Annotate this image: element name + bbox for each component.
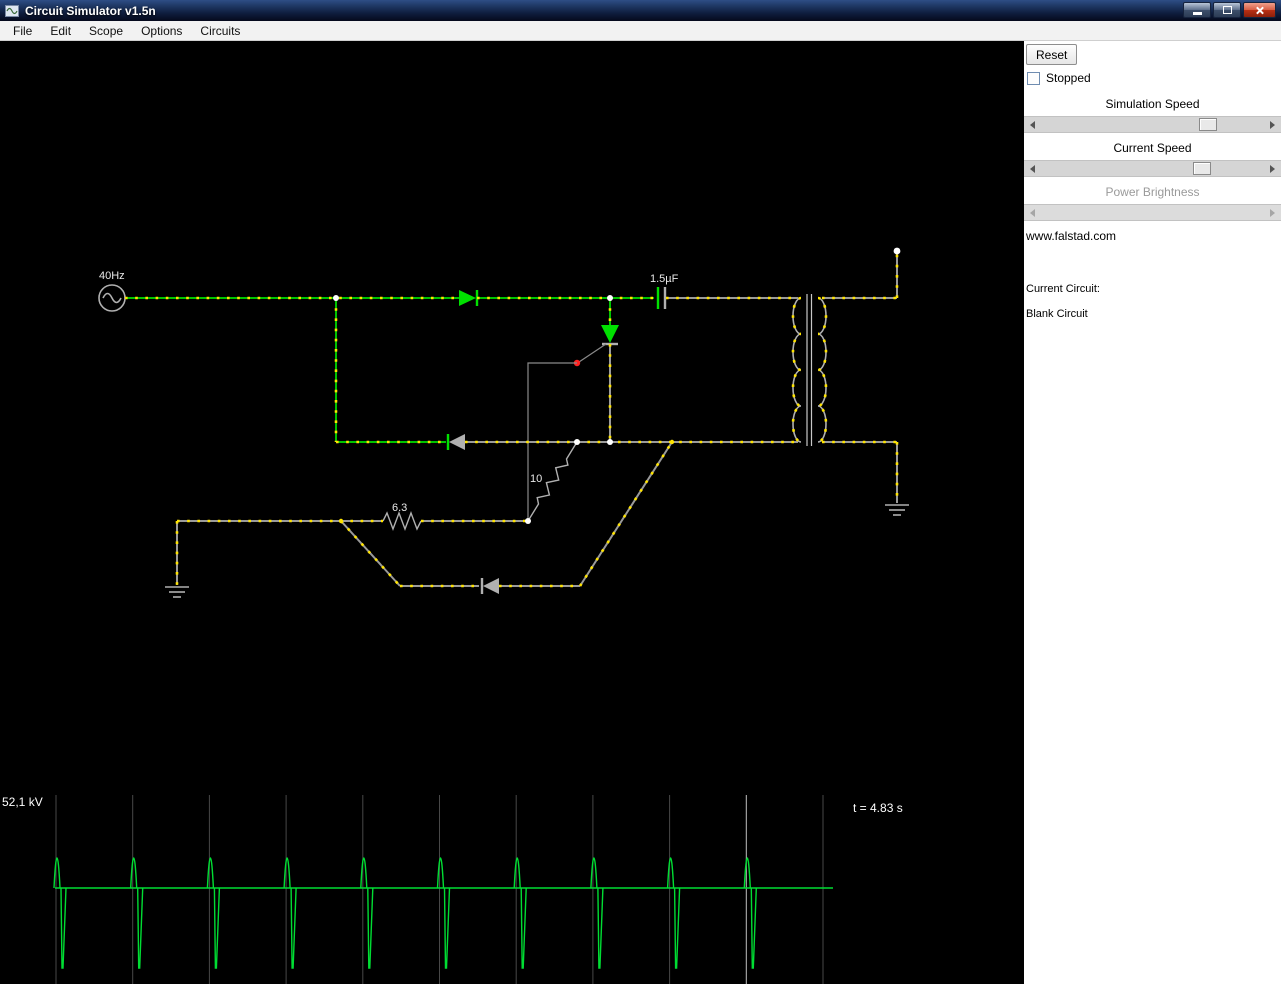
slider-thumb-1[interactable] — [1193, 162, 1212, 175]
slider-right-arrow-icon[interactable] — [1265, 117, 1281, 132]
app-window: Circuit Simulator v1.5n File Edit Scope … — [0, 0, 1281, 984]
website-label: www.falstad.com — [1026, 229, 1117, 243]
stopped-checkbox[interactable] — [1027, 71, 1040, 85]
resistor-gate-label: 10 — [530, 473, 542, 485]
menu-scope[interactable]: Scope — [80, 22, 132, 40]
current-circuit-label: Current Circuit: — [1026, 283, 1100, 295]
stopped-label: Stopped — [1046, 71, 1091, 85]
titlebar[interactable]: Circuit Simulator v1.5n — [0, 0, 1281, 21]
diode-feedback[interactable] — [446, 434, 465, 450]
menubar: File Edit Scope Options Circuits — [0, 21, 1281, 41]
slider-right-arrow-icon[interactable] — [1265, 205, 1281, 220]
current-circuit-value: Blank Circuit — [1026, 308, 1088, 320]
control-panel: Reset Stopped Simulation Speed Current S… — [1024, 41, 1281, 984]
menu-file[interactable]: File — [4, 22, 41, 40]
capacitor-value-label: 1.5µF — [650, 273, 679, 285]
scope-time-label: t = 4.83 s — [853, 801, 903, 815]
resistor-bottom[interactable] — [382, 511, 422, 531]
simulation-speed-label: Simulation Speed — [1105, 97, 1200, 111]
maximize-button[interactable] — [1213, 2, 1241, 18]
app-icon — [4, 3, 20, 19]
ground-left[interactable] — [165, 586, 189, 598]
wire-positive[interactable] — [124, 297, 655, 443]
ground-right[interactable] — [885, 504, 909, 516]
source-frequency-label: 40Hz — [99, 270, 125, 282]
close-icon — [1255, 6, 1264, 15]
minimize-button[interactable] — [1183, 2, 1211, 18]
resistor-bottom-label: 6.3 — [392, 502, 407, 514]
menu-circuits[interactable]: Circuits — [191, 22, 249, 40]
scope-voltage-label: 52,1 kV — [2, 795, 43, 809]
slider-thumb-0[interactable] — [1199, 118, 1218, 131]
oscilloscope[interactable] — [0, 793, 1024, 984]
slider-left-arrow-icon[interactable] — [1024, 205, 1040, 220]
reset-button[interactable]: Reset — [1026, 44, 1078, 65]
simulation-speed-slider[interactable] — [1024, 116, 1281, 133]
current-dots — [123, 296, 656, 444]
minimize-icon — [1192, 12, 1202, 15]
window-title: Circuit Simulator v1.5n — [25, 3, 156, 18]
window-controls — [1183, 2, 1276, 18]
menu-edit[interactable]: Edit — [41, 22, 80, 40]
close-button[interactable] — [1243, 2, 1276, 18]
current-dots — [816, 296, 828, 444]
current-speed-label: Current Speed — [1113, 141, 1192, 155]
maximize-icon — [1222, 6, 1232, 14]
current-speed-slider[interactable] — [1024, 160, 1281, 177]
current-dots — [175, 249, 899, 588]
power-brightness-label: Power Brightness — [1105, 185, 1200, 199]
circuit-canvas[interactable]: 40Hz 1.5µF 10 6.3 52,1 kV t = 4.83 s — [0, 41, 1024, 984]
ac-source[interactable] — [98, 284, 126, 312]
wire-neutral[interactable] — [176, 250, 898, 587]
diode-bottom[interactable] — [480, 578, 499, 594]
scr-thyristor[interactable] — [578, 325, 619, 363]
transformer[interactable] — [792, 294, 827, 446]
menu-options[interactable]: Options — [132, 22, 191, 40]
junction-dots — [333, 247, 901, 524]
power-brightness-slider[interactable] — [1024, 204, 1281, 221]
slider-right-arrow-icon[interactable] — [1265, 161, 1281, 176]
capacitor[interactable] — [656, 287, 667, 309]
slider-left-arrow-icon[interactable] — [1024, 161, 1040, 176]
current-dots — [791, 296, 803, 444]
diode-main[interactable] — [459, 290, 479, 306]
stopped-row: Stopped — [1027, 71, 1091, 85]
slider-left-arrow-icon[interactable] — [1024, 117, 1040, 132]
